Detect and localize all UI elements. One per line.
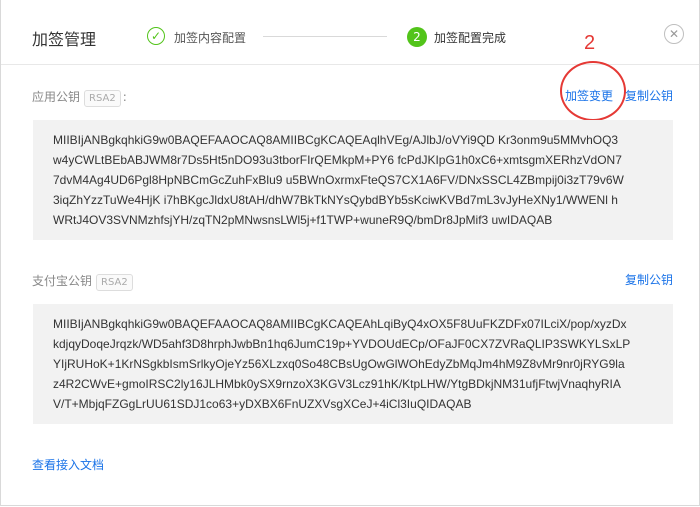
step-2-label: 加签配置完成 — [434, 31, 507, 45]
annotation-number: 2 — [584, 32, 596, 54]
check-icon: ✓ — [147, 27, 165, 45]
key-line: MIIBIjANBgkqhkiG9w0BAQEFAAOCAQ8AMIIBCgKC… — [53, 133, 619, 147]
alipay-public-key-box: MIIBIjANBgkqhkiG9w0BAQEFAAOCAQ8AMIIBCgKC… — [33, 304, 673, 424]
key-line: kdjqyDoqeJrqzk/WD5ahf3D8hrphJwbBn1hq6Jum… — [53, 337, 631, 351]
close-icon[interactable]: ✕ — [664, 24, 684, 44]
key-line: 7dvM4Ag4UD6Pgl8HpNBCmGcZuhFxBlu9 u5BWnOx… — [53, 173, 624, 187]
key-line: w4yCWLtBEbABJWM8r7Ds5Ht5nDO93u3tborFIrQE… — [53, 153, 622, 167]
key-line: z4R2CWvE+gmoIRSC2ly16JLHMbk0ySX9rnzoX3KG… — [53, 377, 621, 391]
alipay-key-rsa2-badge: RSA2 — [96, 274, 133, 291]
app-key-rsa2-badge: RSA2 — [84, 90, 121, 107]
sign-change-link[interactable]: 加签变更 — [565, 87, 613, 104]
key-line: WRtJ4OV3SVNMzhfsjYH/zqTN2pMNwsnsLWl5j+f1… — [53, 213, 553, 227]
alipay-public-key-label: 支付宝公钥 — [32, 274, 93, 288]
app-public-key-label: 应用公钥 — [32, 90, 81, 104]
key-line: MIIBIjANBgkqhkiG9w0BAQEFAAOCAQ8AMIIBCgKC… — [53, 317, 627, 331]
app-public-key-box: MIIBIjANBgkqhkiG9w0BAQEFAAOCAQ8AMIIBCgKC… — [33, 120, 673, 240]
step-1-label: 加签内容配置 — [174, 31, 247, 45]
dialog: 加签管理 ✓ 加签内容配置 2 加签配置完成 ✕ 2 应用公钥 RSA2: 加签变… — [0, 0, 700, 506]
copy-app-public-key-link[interactable]: 复制公钥 — [625, 87, 673, 104]
app-public-key-label-row: 应用公钥 RSA2: — [32, 88, 127, 107]
key-line: 3iqZhYzzTuWe4HjK i7hBKgcJldxU8tAH/dhW7Bk… — [53, 193, 618, 207]
alipay-public-key-label-row: 支付宝公钥 RSA2 — [32, 272, 133, 291]
key-line: V/T+MbjqFZGgLrUU61SDJ1co63+yDXBX6FnUZXVs… — [53, 397, 472, 411]
key-line: YIjRUHoK+1KrNSgkbIsmSrlkyOjeYz56XLzxq0So… — [53, 357, 625, 371]
view-docs-link[interactable]: 查看接入文档 — [32, 456, 104, 473]
step-2-number-icon: 2 — [407, 27, 427, 47]
dialog-title: 加签管理 — [32, 30, 97, 49]
copy-alipay-public-key-link[interactable]: 复制公钥 — [625, 271, 673, 288]
step-divider — [263, 36, 387, 37]
